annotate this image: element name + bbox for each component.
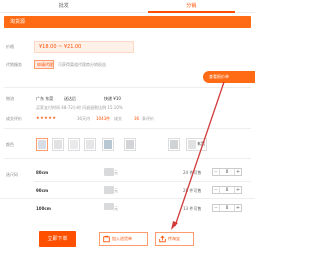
reviews-value: 36 [134,116,140,121]
view-quote-label: 查看报价单 [209,74,229,79]
row-size: 80cm [36,170,49,175]
row-divider [34,181,251,182]
upload-icon [159,235,166,243]
divider [4,87,251,88]
minus-icon[interactable]: − [213,169,220,175]
rating-stars: ★★★★★ [36,115,57,120]
color-swatch[interactable] [124,138,136,151]
plus-icon[interactable]: + [234,169,241,175]
price-blur [104,186,114,194]
row-stock: 24 件可售 [183,170,202,175]
row-price: 元 [114,188,118,193]
color-swatch[interactable]: 玄黑 [186,138,207,151]
color-label: 颜色 [6,142,14,147]
plus-icon[interactable]: + [234,205,241,211]
row-stock: 28 件可售 [183,188,202,193]
price-blur [104,203,114,210]
cart-icon [103,235,110,243]
color-swatch[interactable] [68,138,80,151]
apply-agent-button[interactable]: 申请代理 [34,60,54,69]
price-range: ¥18.00 ~ ¥21.00 [39,44,82,50]
add-to-cart-button[interactable]: 加入进货单 [99,232,148,246]
divider [4,158,251,159]
banner-title: 淘货源 [10,19,26,25]
row-size: 100cm [36,206,51,211]
orders-prefix: 30天内 [77,116,91,121]
logistics-stats: 买家支付时间 48-72小时 闪退退款比例 15.10% [36,105,123,110]
distribute-button[interactable]: 传淘宝 [155,232,194,246]
size-label: 选尺码 [6,172,18,177]
order-now-button[interactable]: 立即下单 [39,231,76,247]
quantity-stepper[interactable]: − 0 + [212,186,242,194]
row-price: 元 [114,170,118,175]
quantity-stepper[interactable]: − 0 + [212,168,242,176]
orders-value: 1043件 [96,116,111,121]
price-blur [104,168,114,176]
color-swatch[interactable] [36,138,48,151]
minus-icon[interactable]: − [213,187,220,193]
divider [4,128,251,129]
orders-suffix: 成交 [114,116,122,121]
logistics-speed: 快递 ¥10 [104,96,121,101]
color-swatch[interactable] [168,138,180,151]
reviews-suffix: 条评价 [142,116,154,121]
tab-distribution[interactable]: 分销 [128,0,256,13]
quantity-value[interactable]: 0 [221,169,233,175]
row-size: 90cm [36,188,49,193]
row-stock: 13 件可售 [183,206,202,211]
quantity-stepper[interactable]: − 0 + [212,204,242,212]
source-banner: 淘货源 [4,16,251,28]
color-extra-label: 玄黑 [197,141,205,146]
agent-description: 可获得渠道代理商分销权益 [58,62,106,67]
logistics-label: 物流 [6,96,14,101]
price-label: 价格 [6,44,14,49]
logistics-origin: 广东 东莞 [36,96,54,101]
view-quote-button[interactable]: 查看报价单 [203,71,255,83]
price-box: ¥18.00 ~ ¥21.00 [34,41,134,53]
color-swatch[interactable] [84,138,96,151]
color-swatch[interactable] [52,138,64,151]
agent-label: 代销服务 [6,62,22,67]
row-price: 元 [114,206,118,211]
quantity-value[interactable]: 0 [221,205,233,211]
add-to-cart-label: 加入进货单 [112,236,132,241]
tab-wholesale[interactable]: 批发 [0,0,128,12]
distribute-label: 传淘宝 [168,236,180,241]
minus-icon[interactable]: − [213,205,220,211]
transaction-label: 成交评价 [6,116,22,121]
color-swatch[interactable] [102,138,114,151]
logistics-method: 送达后 [64,96,76,101]
tab-bar: 批发 分销 [0,0,255,13]
plus-icon[interactable]: + [234,187,241,193]
quantity-value[interactable]: 0 [221,187,233,193]
apply-agent-label: 申请代理 [37,62,53,67]
